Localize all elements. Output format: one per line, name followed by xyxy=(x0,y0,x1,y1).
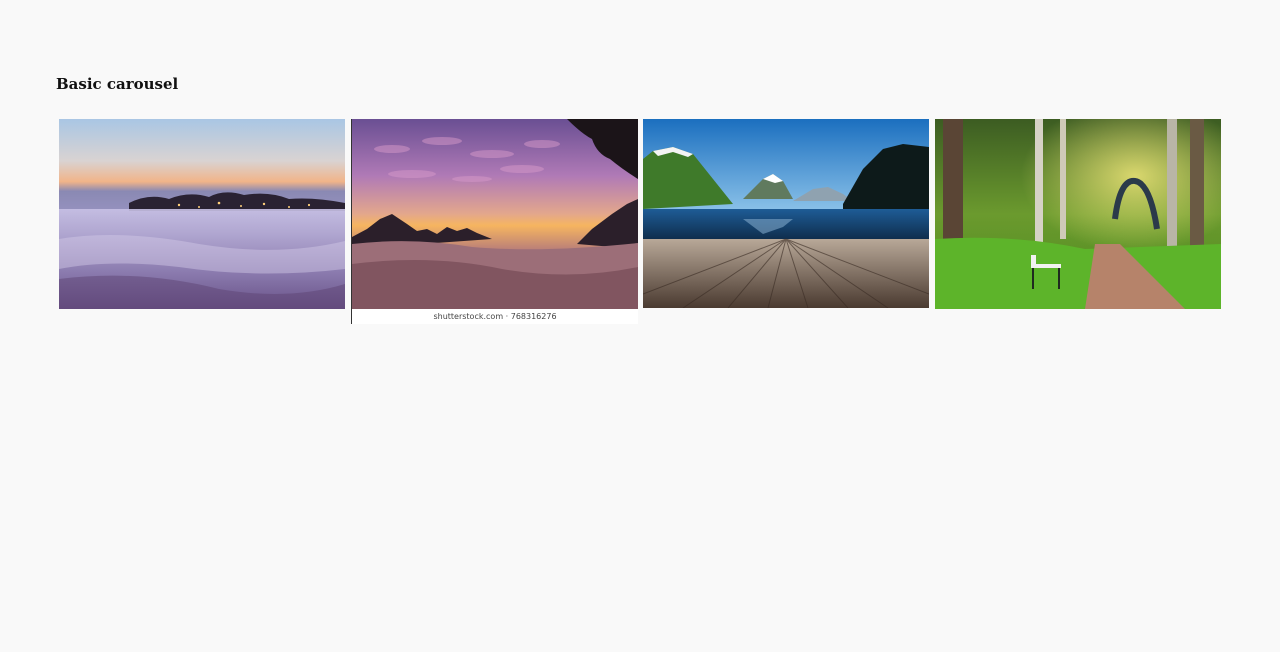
slide-image-forest-path xyxy=(935,119,1221,309)
carousel-slide-4[interactable] xyxy=(935,119,1221,309)
page-title: Basic carousel xyxy=(56,75,179,93)
slide-image-cloud-sunset xyxy=(352,119,638,309)
carousel[interactable]: shutterstock.com · 768316276 xyxy=(59,119,1221,325)
carousel-slide-2[interactable]: shutterstock.com · 768316276 xyxy=(351,119,638,324)
slide-image-fog-dawn xyxy=(59,119,345,309)
slide-watermark: shutterstock.com · 768316276 xyxy=(352,309,638,324)
carousel-slide-1[interactable] xyxy=(59,119,345,309)
page: Basic carousel shutterstock.com · 768316… xyxy=(0,0,1280,652)
carousel-slide-3[interactable] xyxy=(643,119,929,308)
slide-image-lake-deck xyxy=(643,119,929,308)
